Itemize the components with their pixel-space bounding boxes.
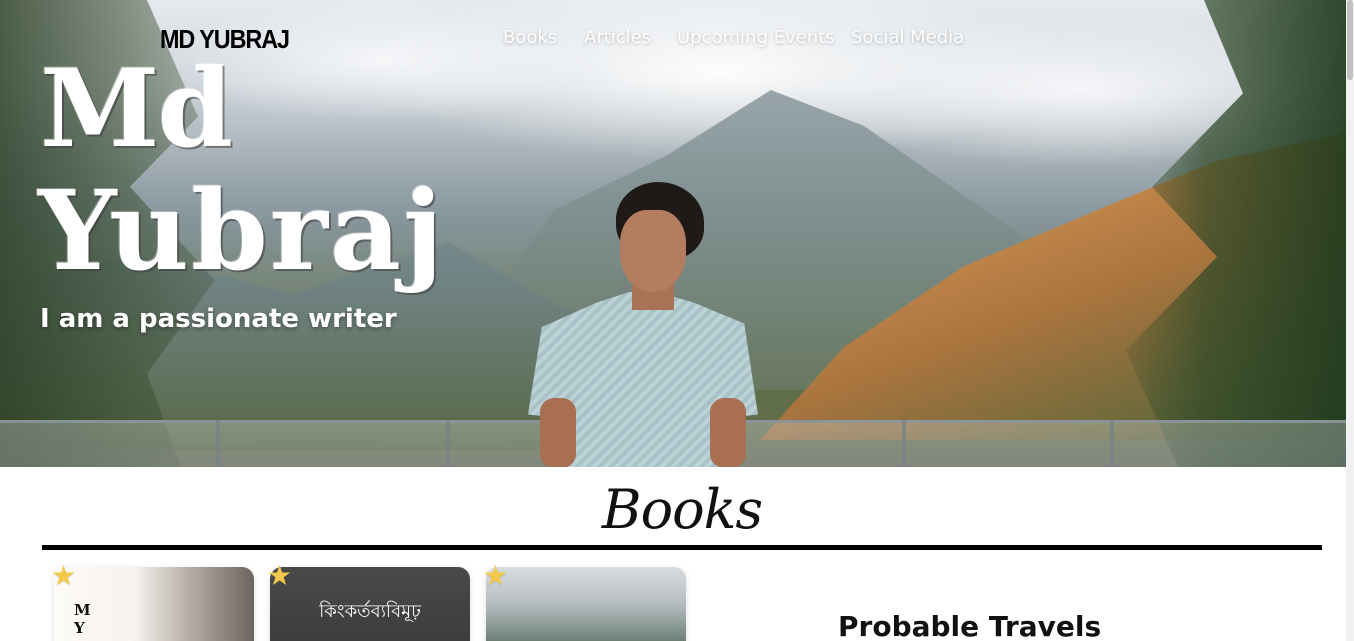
page-scrollbar-track[interactable]: [1346, 0, 1354, 641]
nav-link-social-media[interactable]: Social Media: [851, 27, 964, 48]
rail-post: [216, 420, 220, 467]
rail-post: [446, 420, 450, 467]
book-card[interactable]: [486, 567, 686, 641]
page-scrollbar-thumb[interactable]: [1347, 0, 1353, 80]
star-icon: ★: [483, 560, 509, 591]
star-icon: ★: [267, 560, 293, 591]
nav-link-upcoming-events[interactable]: Upcoming Events: [677, 27, 835, 48]
hero-tagline: I am a passionate writer: [40, 304, 397, 334]
star-icon: ★: [51, 560, 77, 591]
nav-link-books[interactable]: Books: [503, 27, 557, 48]
portrait-face: [620, 210, 686, 292]
books-heading: Books: [601, 478, 763, 541]
rail-post: [902, 420, 906, 467]
portrait-arm-right: [710, 398, 746, 467]
site-logo[interactable]: MD YUBRAJ: [160, 24, 290, 55]
rail-post: [1110, 420, 1114, 467]
hero-name-line1: Md: [40, 46, 233, 172]
hero-name-line2: Yubraj: [38, 166, 445, 295]
book-card[interactable]: কিংকর্তব্যবিমূঢ়: [270, 567, 470, 641]
book-card[interactable]: MY: [54, 567, 254, 641]
book-cover-title: কিংকর্তব্যবিমূঢ়: [319, 601, 421, 622]
book-cover-title: MY: [74, 601, 91, 637]
hero-portrait: [520, 180, 765, 467]
nav-link-articles[interactable]: Articles: [584, 27, 651, 48]
hero-banner: Md Yubraj I am a passionate writer: [0, 0, 1346, 467]
books-divider: [42, 545, 1322, 550]
probable-travels-title: Probable Travels: [838, 610, 1102, 641]
portrait-arm-left: [540, 398, 576, 467]
